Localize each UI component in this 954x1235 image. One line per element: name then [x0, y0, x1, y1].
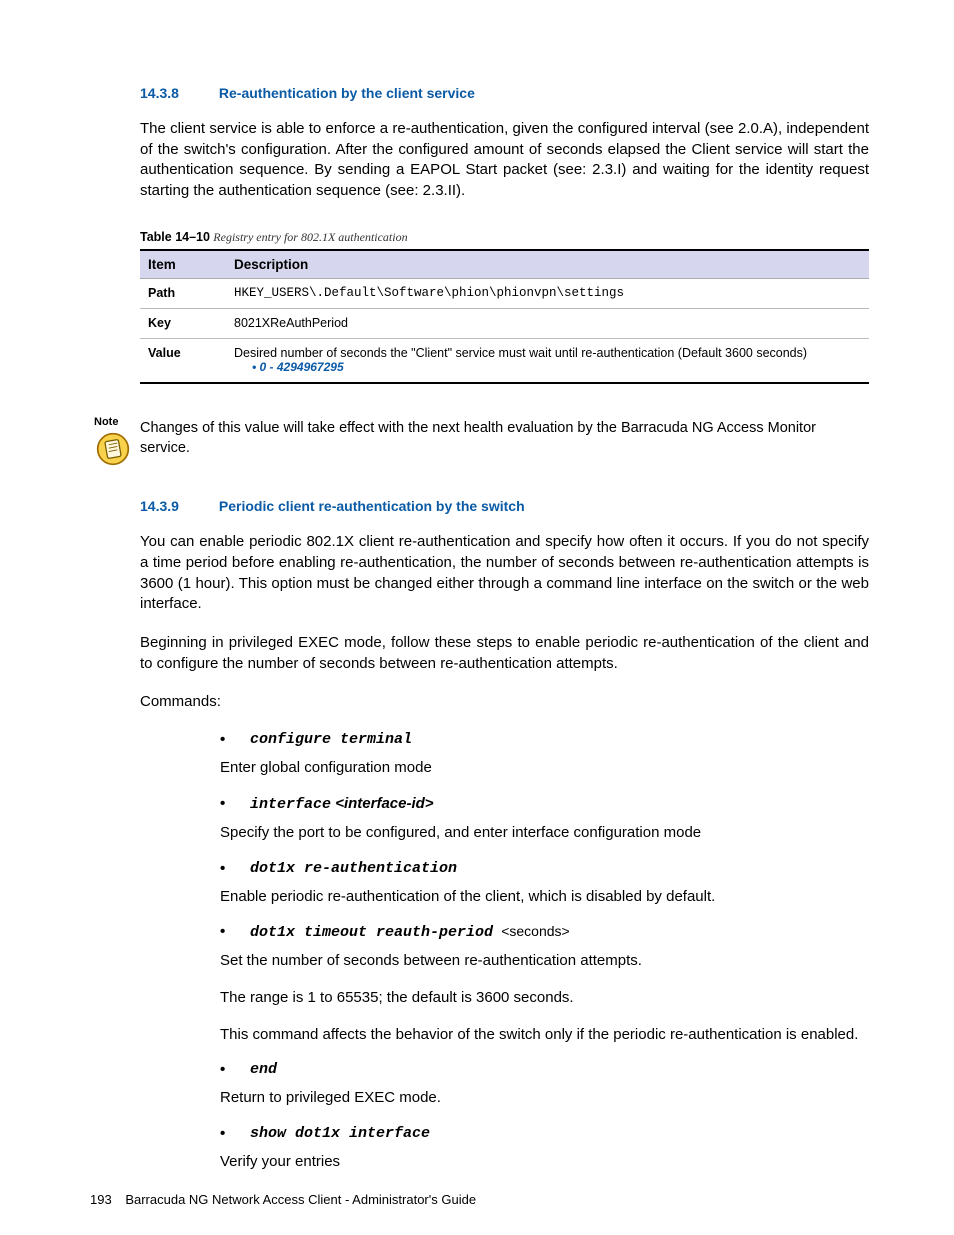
- row-path-value: HKEY_USERS\.Default\Software\phion\phion…: [226, 278, 869, 308]
- command-item: • interface <interface-id>: [220, 795, 869, 813]
- command-arg: <seconds>: [501, 923, 570, 939]
- value-range: 0 - 4294967295: [252, 360, 861, 374]
- command-item: • end: [220, 1061, 869, 1078]
- bullet-icon: •: [220, 860, 250, 877]
- bullet-icon: •: [220, 1061, 250, 1078]
- table-14-10: Table 14–10 Registry entry for 802.1X au…: [140, 230, 869, 384]
- command-item: • dot1x re-authentication: [220, 860, 869, 877]
- command-item: • show dot1x interface: [220, 1125, 869, 1142]
- row-key-label: Key: [140, 308, 226, 338]
- section-body-1439-p2: Beginning in privileged EXEC mode, follo…: [140, 633, 869, 674]
- section-title: Periodic client re-authentication by the…: [219, 498, 525, 514]
- command-item: • dot1x timeout reauth-period <seconds>: [220, 923, 869, 941]
- command-text: dot1x timeout reauth-period: [250, 924, 493, 941]
- th-item: Item: [140, 250, 226, 279]
- command-item: • configure terminal: [220, 731, 869, 748]
- page-number: 193: [90, 1192, 112, 1207]
- section-number: 14.3.8: [140, 85, 215, 101]
- command-arg: <interface-id>: [335, 795, 433, 812]
- section-heading-1438: 14.3.8 Re-authentication by the client s…: [140, 85, 869, 101]
- th-description: Description: [226, 250, 869, 279]
- row-value-desc: Desired number of seconds the "Client" s…: [226, 338, 869, 383]
- bullet-icon: •: [220, 795, 250, 813]
- note-block: Note Changes of this value will take eff…: [90, 418, 869, 459]
- command-desc: Return to privileged EXEC mode.: [220, 1088, 869, 1109]
- command-text: configure terminal: [250, 731, 412, 748]
- command-text: end: [250, 1061, 277, 1078]
- command-desc: Set the number of seconds between re-aut…: [220, 951, 869, 972]
- table-caption: Table 14–10 Registry entry for 802.1X au…: [140, 230, 869, 245]
- page-footer: 193 Barracuda NG Network Access Client -…: [90, 1192, 476, 1207]
- note-label: Note: [94, 416, 118, 428]
- note-text: Changes of this value will take effect w…: [140, 418, 869, 459]
- bullet-icon: •: [220, 731, 250, 748]
- command-desc: This command affects the behavior of the…: [220, 1025, 869, 1046]
- section-heading-1439: 14.3.9 Periodic client re-authentication…: [140, 498, 869, 514]
- command-desc: Enter global configuration mode: [220, 758, 869, 779]
- table-number: Table 14–10: [140, 230, 210, 244]
- value-desc-text: Desired number of seconds the "Client" s…: [234, 346, 807, 360]
- section-title: Re-authentication by the client service: [219, 85, 475, 101]
- command-desc: Specify the port to be configured, and e…: [220, 823, 869, 844]
- row-key-value: 8021XReAuthPeriod: [226, 308, 869, 338]
- table-row: Key 8021XReAuthPeriod: [140, 308, 869, 338]
- command-desc: Verify your entries: [220, 1152, 869, 1173]
- table-row: Value Desired number of seconds the "Cli…: [140, 338, 869, 383]
- footer-title: Barracuda NG Network Access Client - Adm…: [125, 1192, 476, 1207]
- table-title: Registry entry for 802.1X authentication: [213, 230, 407, 244]
- section-body-1438: The client service is able to enforce a …: [140, 119, 869, 202]
- bullet-icon: •: [220, 1125, 250, 1142]
- command-desc: The range is 1 to 65535; the default is …: [220, 988, 869, 1009]
- commands-block: • configure terminal Enter global config…: [220, 731, 869, 1173]
- commands-label: Commands:: [140, 692, 869, 713]
- command-text: interface: [250, 796, 331, 813]
- note-icon: [96, 432, 130, 466]
- section-body-1439-p1: You can enable periodic 802.1X client re…: [140, 532, 869, 615]
- row-value-label: Value: [140, 338, 226, 383]
- table-row: Path HKEY_USERS\.Default\Software\phion\…: [140, 278, 869, 308]
- command-text: dot1x re-authentication: [250, 860, 457, 877]
- command-text: show dot1x interface: [250, 1125, 430, 1142]
- command-desc: Enable periodic re-authentication of the…: [220, 887, 869, 908]
- registry-table: Item Description Path HKEY_USERS\.Defaul…: [140, 249, 869, 384]
- row-path-label: Path: [140, 278, 226, 308]
- bullet-icon: •: [220, 923, 250, 941]
- document-page: 14.3.8 Re-authentication by the client s…: [0, 0, 954, 1235]
- section-number: 14.3.9: [140, 498, 215, 514]
